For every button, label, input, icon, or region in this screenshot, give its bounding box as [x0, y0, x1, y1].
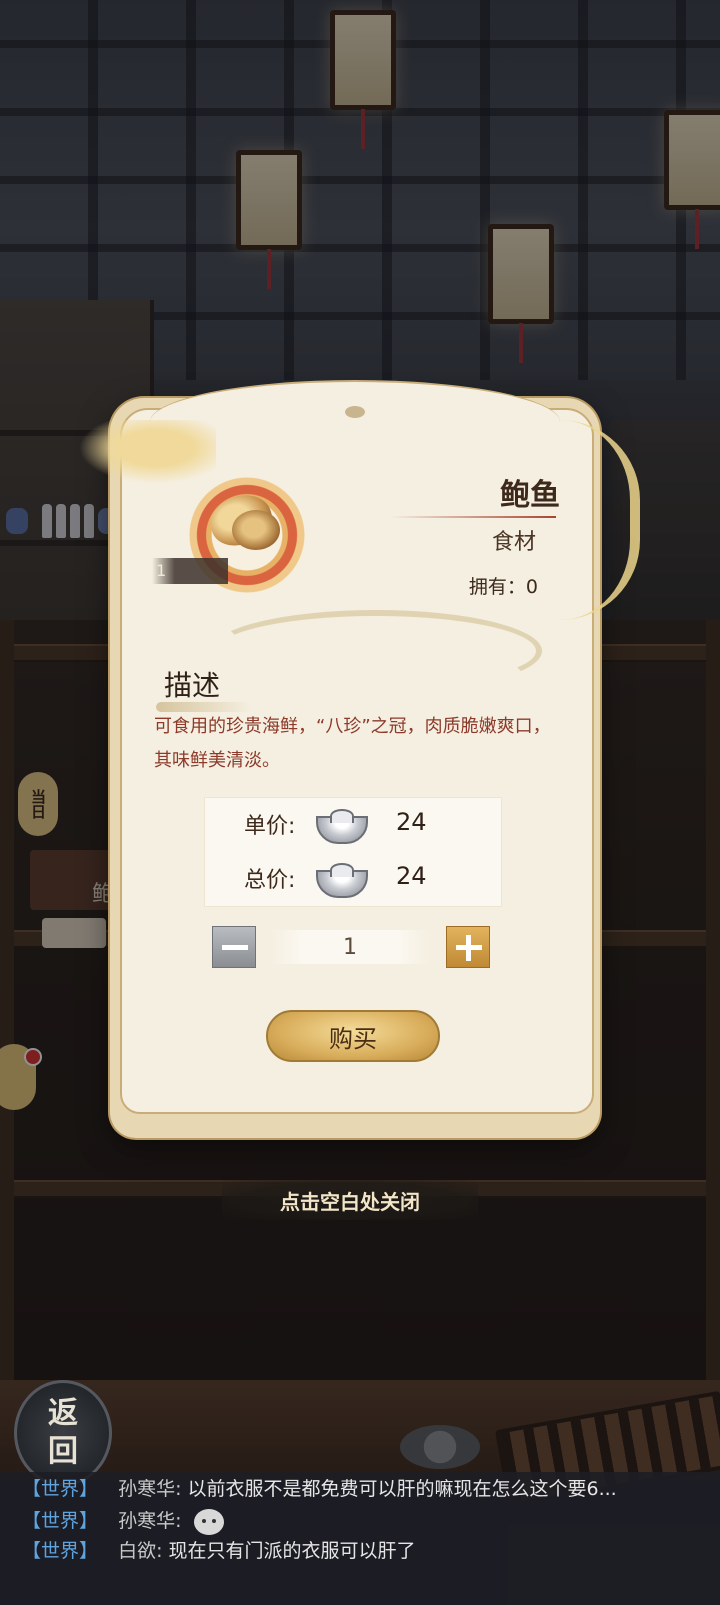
top-ornament	[345, 406, 365, 418]
decrease-quantity-button[interactable]	[212, 926, 256, 968]
unit-price-label: 单价:	[244, 814, 296, 839]
total-price-value: 24	[396, 862, 427, 890]
owned-value: 0	[525, 576, 538, 598]
chat-channel: 【世界】	[22, 1478, 99, 1500]
chat-channel: 【世界】	[22, 1540, 99, 1562]
description-title: 描述	[164, 669, 221, 702]
item-description: 可食用的珍贵海鲜，“八珍”之冠，肉质脆嫩爽口，其味鲜美清淡。	[154, 716, 551, 771]
chat-message: 【世界】 白欲: 现在只有门派的衣服可以肝了	[22, 1536, 712, 1566]
back-button[interactable]: 返 回	[14, 1380, 112, 1486]
chat-channel: 【世界】	[22, 1510, 99, 1532]
name-divider	[390, 516, 556, 518]
chat-text: 以前衣服不是都免费可以肝的嘛现在怎么这个要6...	[187, 1478, 617, 1500]
chat-user[interactable]: 白欲:	[118, 1540, 162, 1562]
sticker-emoji-icon	[193, 1508, 224, 1535]
close-hint: 点击空白处关闭	[222, 1180, 478, 1220]
chat-text: 现在只有门派的衣服可以肝了	[168, 1540, 416, 1562]
back-button-label-1: 返	[48, 1396, 78, 1431]
owned-count: 拥有：0	[469, 572, 538, 599]
item-name: 鲍鱼	[500, 478, 560, 513]
owned-label: 拥有：	[468, 576, 526, 598]
item-stack-count: 1	[152, 558, 228, 584]
quantity-input[interactable]	[270, 930, 430, 964]
chat-user[interactable]: 孙寒华:	[118, 1510, 181, 1532]
item-type: 食材	[491, 530, 536, 555]
chat-user[interactable]: 孙寒华:	[118, 1478, 181, 1500]
chat-message: 【世界】 孙寒华:	[22, 1506, 712, 1536]
unit-price-value: 24	[396, 808, 427, 836]
back-button-label-2: 回	[48, 1434, 78, 1469]
chat-message: 【世界】 孙寒华: 以前衣服不是都免费可以肝的嘛现在怎么这个要6...	[22, 1474, 712, 1504]
buy-button[interactable]: 购买	[266, 1010, 440, 1062]
cloud-ornament	[66, 420, 216, 490]
world-chat-panel[interactable]: 【世界】 孙寒华: 以前衣服不是都免费可以肝的嘛现在怎么这个要6... 【世界】…	[0, 1472, 720, 1605]
increase-quantity-button[interactable]	[446, 926, 490, 968]
total-price-label: 总价:	[244, 868, 296, 893]
